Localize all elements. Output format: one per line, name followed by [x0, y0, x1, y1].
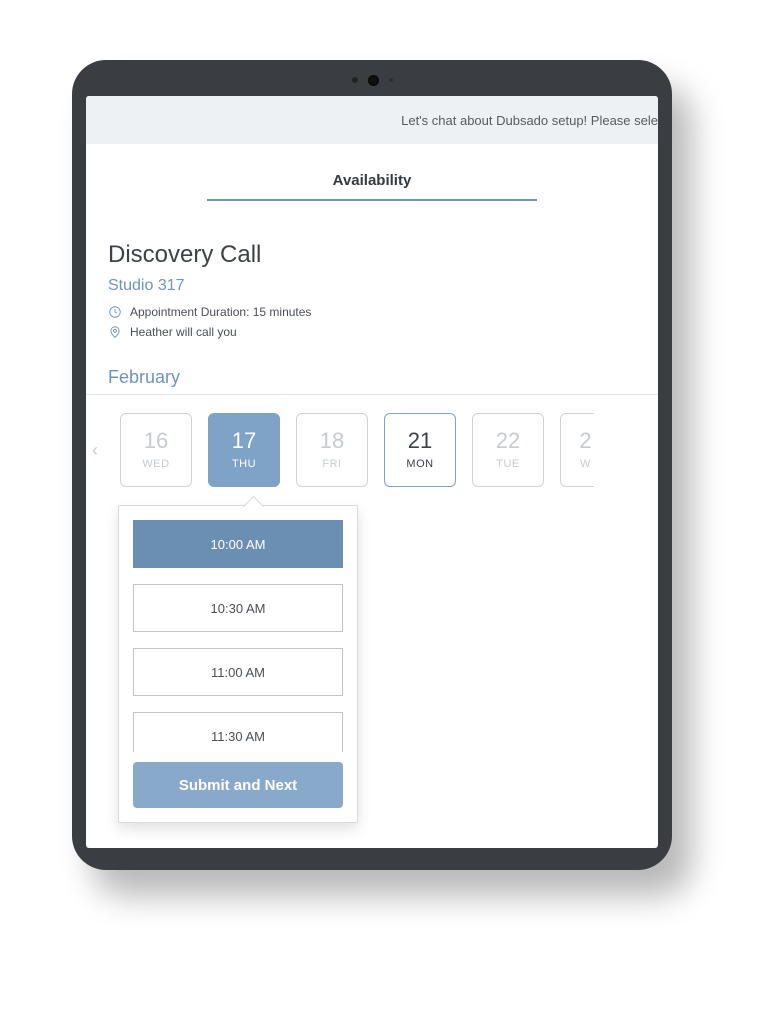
day-weekday: FRI	[322, 458, 341, 470]
host-name: Studio 317	[108, 277, 636, 295]
time-slot[interactable]: 11:30 AM	[133, 712, 343, 752]
day-list: 16WED17THU18FRI21MON22TUE2W	[120, 413, 658, 487]
camera-lens	[368, 75, 379, 86]
screen: Let's chat about Dubsado setup! Please s…	[86, 96, 658, 848]
tab-row: Availability	[86, 172, 658, 201]
day-weekday: MON	[406, 458, 433, 470]
day-number: 16	[144, 430, 168, 452]
camera-strip	[72, 72, 672, 88]
day-21[interactable]: 21 MON	[384, 413, 456, 487]
location-pin-icon	[108, 325, 122, 339]
day-17[interactable]: 17 THU	[208, 413, 280, 487]
day-22[interactable]: 22 TUE	[472, 413, 544, 487]
day-number: 21	[408, 430, 432, 452]
day-weekday: THU	[232, 458, 256, 470]
times-scroll[interactable]: 10:00 AM 10:30 AM 11:00 AM 11:30 AM	[119, 506, 357, 752]
sensor-dot	[352, 77, 358, 83]
clock-icon	[108, 305, 122, 319]
sensor-dot	[389, 78, 393, 82]
page-title: Discovery Call	[108, 241, 636, 269]
month-label: February	[108, 367, 658, 388]
day-number: 22	[496, 430, 520, 452]
meta-duration: Appointment Duration: 15 minutes	[108, 305, 636, 319]
day-2: 2W	[560, 413, 594, 487]
day-weekday: TUE	[496, 458, 520, 470]
day-weekday: WED	[142, 458, 169, 470]
meta-location: Heather will call you	[108, 325, 636, 339]
time-slot[interactable]: 10:30 AM	[133, 584, 343, 632]
time-slot[interactable]: 10:00 AM	[133, 520, 343, 568]
chevron-left-icon[interactable]: ‹	[86, 440, 104, 461]
times-panel: 10:00 AM 10:30 AM 11:00 AM 11:30 AM Submit …	[118, 505, 358, 823]
day-18[interactable]: 18 FRI	[296, 413, 368, 487]
day-number: 17	[232, 430, 256, 452]
header-banner: Let's chat about Dubsado setup! Please s…	[86, 96, 658, 144]
day-weekday: W	[580, 458, 591, 470]
tab-availability[interactable]: Availability	[329, 172, 416, 199]
tablet-frame: Let's chat about Dubsado setup! Please s…	[72, 60, 672, 870]
submit-and-next-button[interactable]: Submit and Next	[133, 762, 343, 808]
day-16[interactable]: 16 WED	[120, 413, 192, 487]
day-number: 2	[579, 430, 591, 452]
location-text: Heather will call you	[130, 325, 237, 339]
header-banner-text: Let's chat about Dubsado setup! Please s…	[401, 113, 658, 128]
time-slot[interactable]: 11:00 AM	[133, 648, 343, 696]
day-number: 18	[320, 430, 344, 452]
duration-text: Appointment Duration: 15 minutes	[130, 305, 311, 319]
